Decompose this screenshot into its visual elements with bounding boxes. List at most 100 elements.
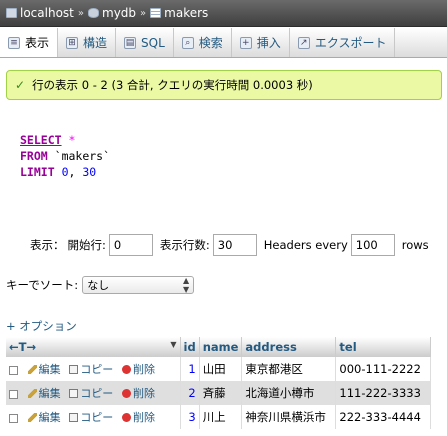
sql-star: * xyxy=(68,133,76,147)
cell-name: 川上 xyxy=(199,405,243,429)
table-icon xyxy=(150,8,162,18)
delete-icon xyxy=(121,388,131,398)
sort-key-select[interactable]: なし ▲ ▼ xyxy=(82,276,195,294)
sql-offset: 0 xyxy=(61,165,69,179)
tab-search[interactable]: ⌕ 検索 xyxy=(174,28,232,57)
breadcrumb-separator: » xyxy=(77,7,84,19)
delete-icon xyxy=(121,364,131,374)
cell-address: 北海道小樽市 xyxy=(241,381,337,405)
search-icon: ⌕ xyxy=(181,36,194,49)
copy-icon xyxy=(69,412,79,422)
results-table: ←T→ ▼ id name address tel 編集 コピー 削除 1 山田… xyxy=(6,337,432,429)
row-checkbox[interactable] xyxy=(9,365,18,375)
tab-structure[interactable]: ⊞ 構造 xyxy=(58,28,117,57)
sql-comma: , xyxy=(68,165,76,179)
tab-bar: ≡ 表示 ⊞ 構造 ▤ SQL ⌕ 検索 + 挿入 ↗ エクスポート xyxy=(0,28,447,58)
column-header-id[interactable]: id xyxy=(180,337,200,357)
table-header-row: ←T→ ▼ id name address tel xyxy=(6,337,432,357)
copy-link[interactable]: コピー xyxy=(69,361,113,377)
edit-label: 編集 xyxy=(38,387,61,400)
pencil-icon xyxy=(27,412,37,422)
tab-insert[interactable]: + 挿入 xyxy=(232,28,290,57)
check-icon: ✓ xyxy=(15,78,26,92)
tab-sql[interactable]: ▤ SQL xyxy=(116,28,174,57)
cell-id: 2 xyxy=(180,381,200,405)
rows-count-input[interactable] xyxy=(212,234,257,256)
edit-link[interactable]: 編集 xyxy=(27,409,61,425)
row-actions: 編集 コピー 削除 xyxy=(6,357,181,381)
sql-line-select: SELECT * xyxy=(20,132,110,148)
column-header-tel[interactable]: tel xyxy=(335,337,432,357)
sort-indicator-icon[interactable]: ▼ xyxy=(170,340,176,349)
sql-limit-keyword: LIMIT xyxy=(20,165,55,179)
table-nav-arrows[interactable]: ←T→ xyxy=(9,340,36,354)
start-row-input[interactable] xyxy=(108,234,153,256)
delete-link[interactable]: 削除 xyxy=(121,385,155,401)
tab-browse[interactable]: ≡ 表示 xyxy=(0,28,59,57)
breadcrumb-server-label[interactable]: localhost xyxy=(20,6,74,20)
sort-key-selected: なし xyxy=(87,279,110,292)
row-actions: 編集 コピー 削除 xyxy=(6,405,181,429)
copy-link[interactable]: コピー xyxy=(69,409,113,425)
copy-label: コピー xyxy=(80,387,114,400)
sort-by-key-label: キーでソート: xyxy=(6,278,79,292)
breadcrumb-server[interactable]: localhost xyxy=(6,6,74,20)
insert-icon: + xyxy=(239,36,252,49)
sql-query: SELECT * FROM `makers` LIMIT 0, 30 xyxy=(20,132,110,180)
column-header-address[interactable]: address xyxy=(241,337,337,357)
sort-by-key: キーでソート: なし ▲ ▼ xyxy=(6,276,195,294)
copy-link[interactable]: コピー xyxy=(69,385,113,401)
server-icon xyxy=(6,8,17,18)
breadcrumb: localhost » mydb » makers xyxy=(0,0,447,27)
delete-icon xyxy=(121,412,131,422)
delete-link[interactable]: 削除 xyxy=(121,361,155,377)
sql-line-limit: LIMIT 0, 30 xyxy=(20,164,110,180)
options-link[interactable]: + オプション xyxy=(6,318,77,334)
edit-link[interactable]: 編集 xyxy=(27,361,61,377)
breadcrumb-database-label[interactable]: mydb xyxy=(102,6,136,20)
tab-insert-label: 挿入 xyxy=(256,36,281,50)
copy-icon xyxy=(69,388,79,398)
sql-table-name: `makers` xyxy=(54,149,111,163)
success-message-text: 行の表示 0 - 2 (3 合計, クエリの実行時間 0.0003 秒) xyxy=(32,78,313,92)
cell-name: 斉藤 xyxy=(199,381,243,405)
delete-link[interactable]: 削除 xyxy=(121,409,155,425)
sql-from-keyword: FROM xyxy=(20,149,48,163)
rows-suffix-label: rows xyxy=(401,238,429,252)
cell-address: 東京都港区 xyxy=(241,357,337,381)
show-label: 表示： xyxy=(30,238,65,252)
sql-line-from: FROM `makers` xyxy=(20,148,110,164)
pencil-icon xyxy=(27,388,37,398)
browse-icon: ≡ xyxy=(8,36,20,49)
structure-icon: ⊞ xyxy=(66,36,79,49)
breadcrumb-table-label[interactable]: makers xyxy=(164,6,208,20)
table-row: 編集 コピー 削除 1 山田 東京都港区 000-111-2222 xyxy=(6,357,432,381)
tab-browse-label: 表示 xyxy=(25,36,50,50)
cell-id: 3 xyxy=(180,405,200,429)
row-checkbox[interactable] xyxy=(9,389,18,399)
database-icon xyxy=(88,8,99,18)
cell-address: 神奈川県横浜市 xyxy=(241,405,337,429)
start-row-label: 開始行: xyxy=(67,238,106,252)
row-checkbox[interactable] xyxy=(9,413,18,423)
table-row: 編集 コピー 削除 3 川上 神奈川県横浜市 222-333-4444 xyxy=(6,405,432,429)
breadcrumb-database[interactable]: mydb xyxy=(88,6,136,20)
headers-every-input[interactable] xyxy=(350,234,395,256)
edit-label: 編集 xyxy=(38,363,61,376)
column-nav-arrows[interactable]: ←T→ ▼ xyxy=(6,337,181,357)
success-message: ✓ 行の表示 0 - 2 (3 合計, クエリの実行時間 0.0003 秒) xyxy=(6,70,442,100)
sql-select-keyword[interactable]: SELECT xyxy=(20,133,62,147)
breadcrumb-table[interactable]: makers xyxy=(150,6,208,20)
delete-label: 削除 xyxy=(132,363,155,376)
cell-tel: 111-222-3333 xyxy=(335,381,432,405)
navigation-form: 表示： 開始行: 表示行数: Headers every rows xyxy=(30,234,429,256)
updown-arrow-icon: ▲ ▼ xyxy=(183,276,190,294)
copy-icon xyxy=(69,364,79,374)
tab-sql-label: SQL xyxy=(141,35,165,50)
edit-link[interactable]: 編集 xyxy=(27,385,61,401)
copy-label: コピー xyxy=(80,363,114,376)
sql-icon: ▤ xyxy=(124,36,137,49)
tab-export[interactable]: ↗ エクスポート xyxy=(290,28,396,57)
column-header-name[interactable]: name xyxy=(199,337,243,357)
headers-every-label: Headers every xyxy=(263,238,348,252)
